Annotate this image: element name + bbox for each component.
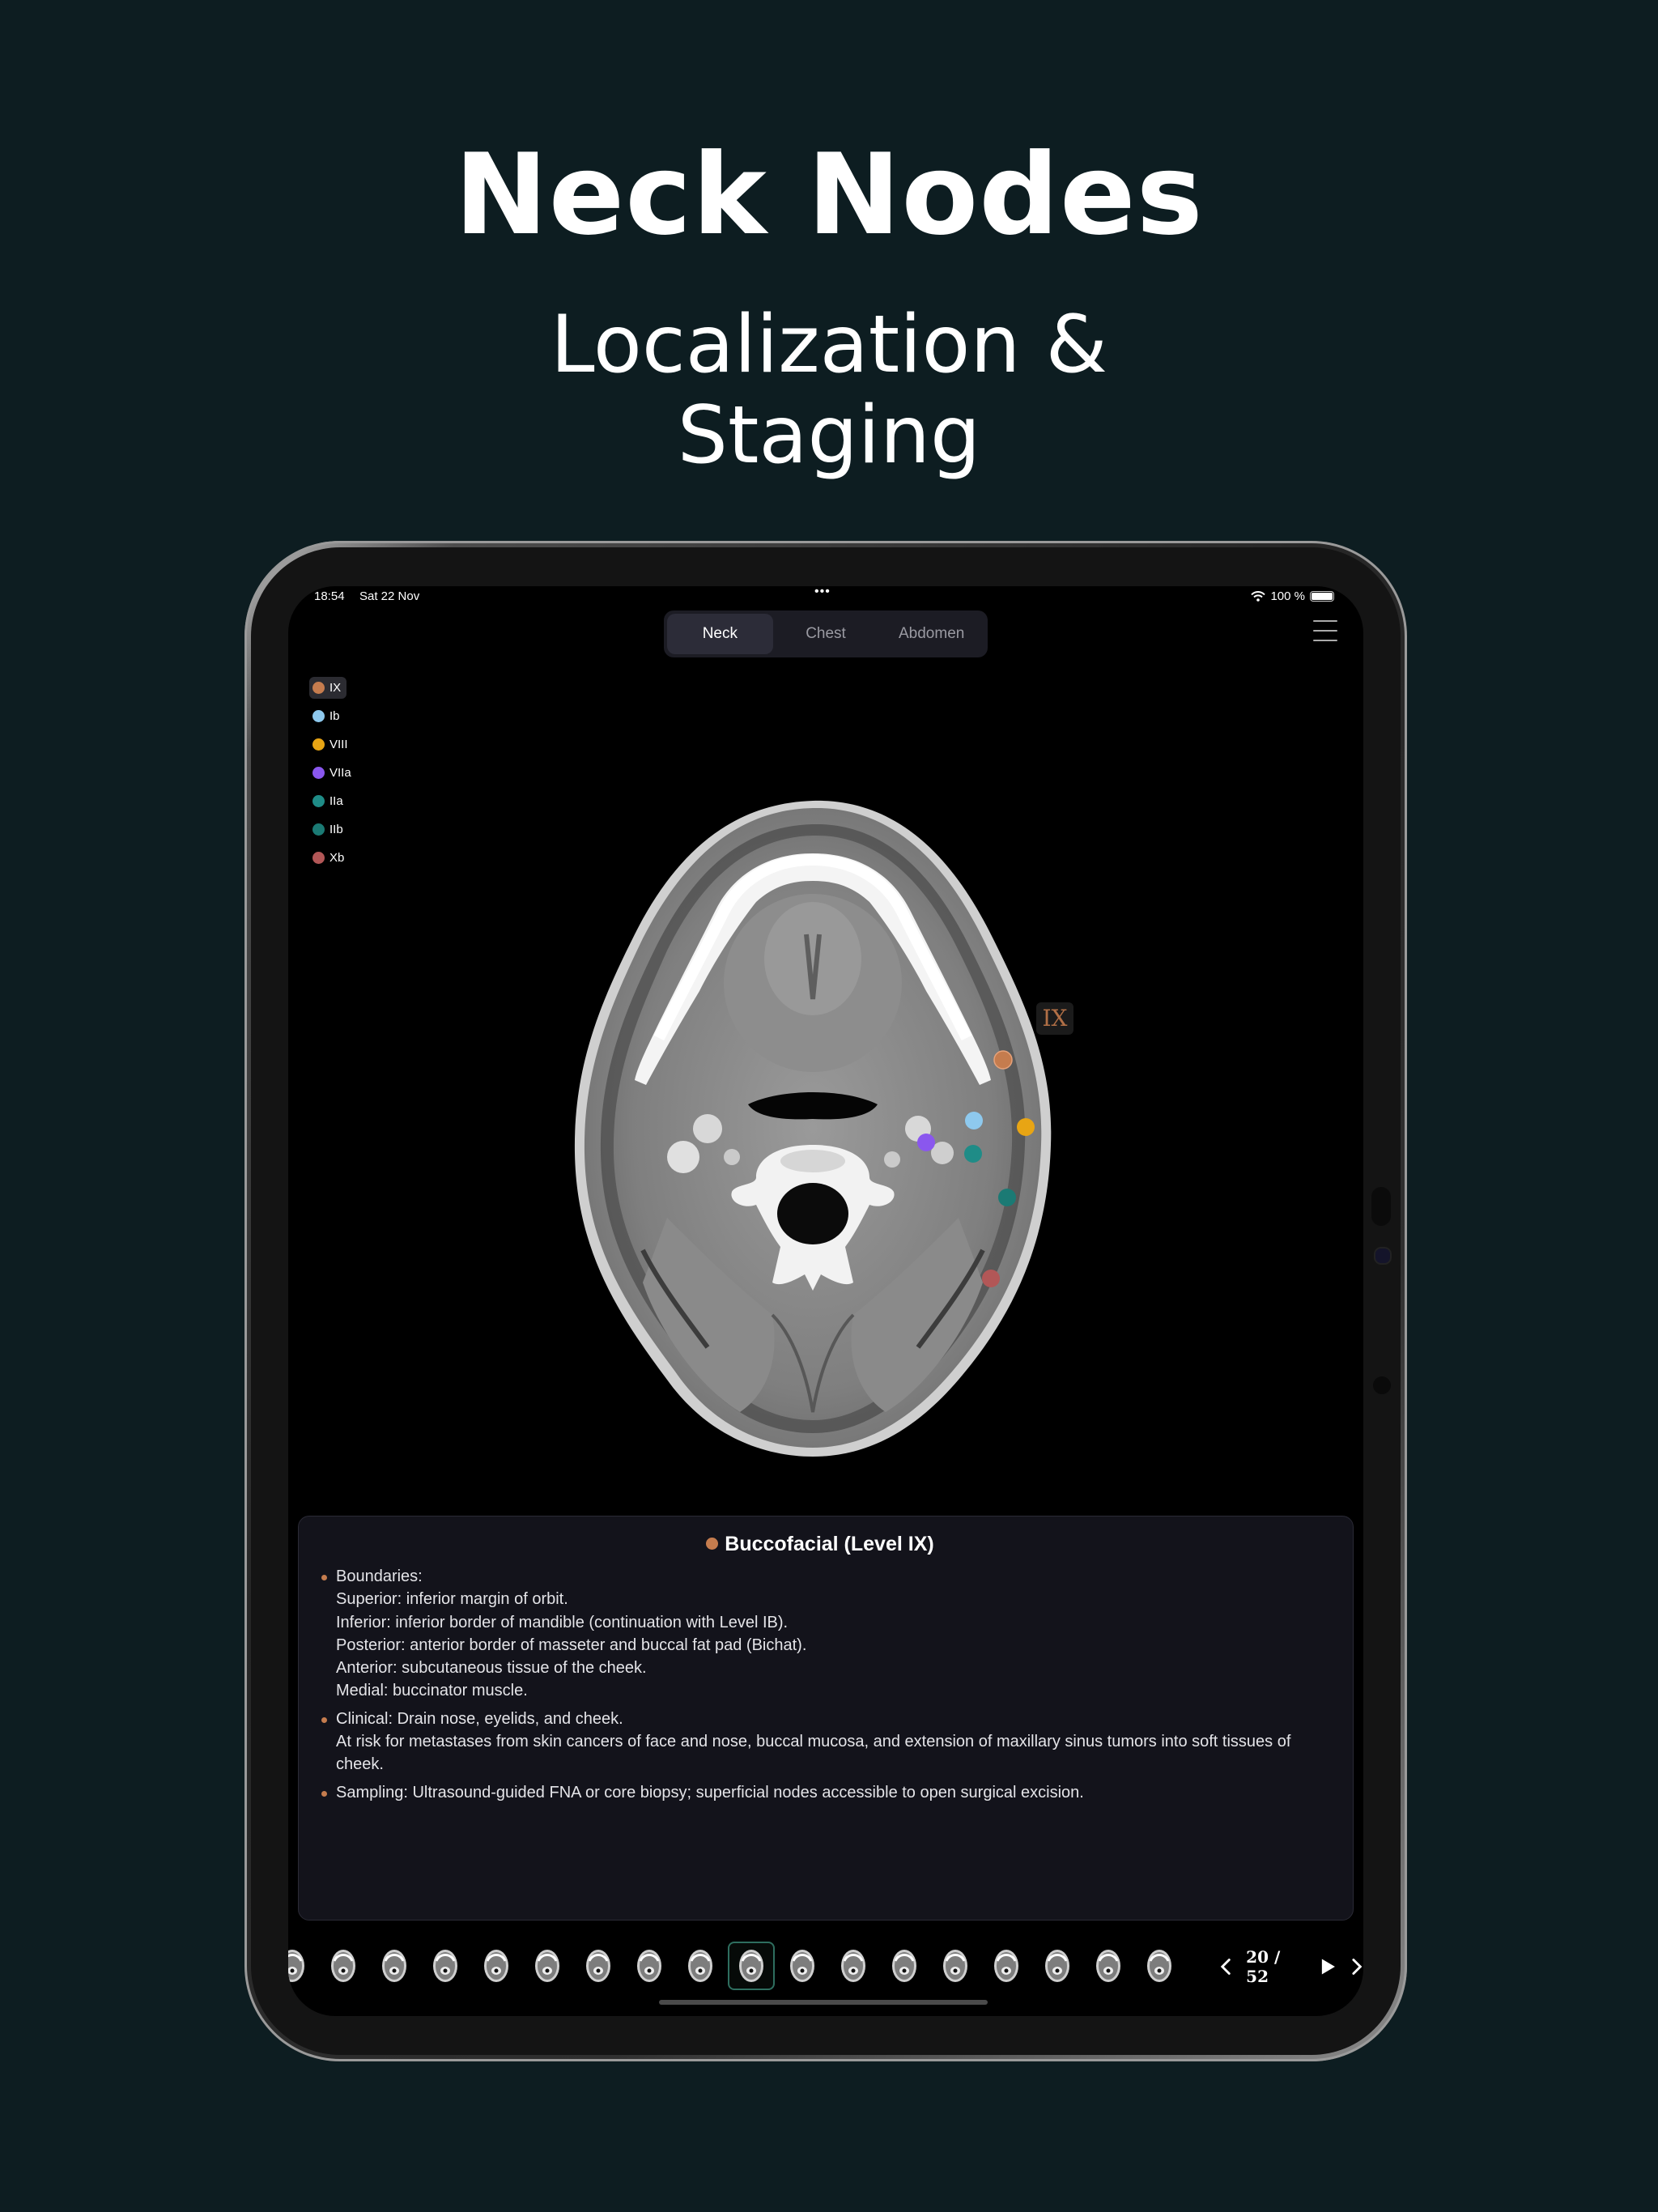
- legend-label: IIa: [329, 794, 343, 808]
- slice-thumbnail[interactable]: [881, 1942, 928, 1990]
- status-bar: 18:54 Sat 22 Nov ••• 100 %: [288, 586, 1363, 614]
- legend-dot: [312, 738, 325, 751]
- bullet-line: Posterior: anterior border of masseter a…: [336, 1636, 807, 1654]
- legend-item-xb[interactable]: Xb: [309, 847, 350, 869]
- legend-dot: [312, 852, 325, 864]
- slice-counter: 20 / 52: [1246, 1947, 1281, 1986]
- region-tabs: Neck Chest Abdomen: [664, 610, 988, 657]
- slice-thumbnail[interactable]: [626, 1942, 673, 1990]
- bullet-line: Clinical: Drain nose, eyelids, and cheek…: [336, 1709, 623, 1728]
- node-marker-ib[interactable]: [965, 1112, 983, 1129]
- node-marker-iib[interactable]: [998, 1189, 1016, 1206]
- bullet-boundaries: Boundaries: Superior: inferior margin of…: [310, 1565, 1330, 1703]
- legend-label: IIb: [329, 823, 343, 836]
- slice-thumbnail[interactable]: [779, 1942, 826, 1990]
- legend-item-viia[interactable]: VIIa: [309, 762, 357, 784]
- slice-thumbnail[interactable]: [677, 1942, 724, 1990]
- wifi-icon: [1251, 591, 1266, 602]
- slice-thumbnail[interactable]: [983, 1942, 1030, 1990]
- sensor-dot: [1373, 1376, 1391, 1394]
- bullet-line: Anterior: subcutaneous tissue of the che…: [336, 1659, 647, 1678]
- slice-thumbnail[interactable]: [422, 1942, 469, 1990]
- bullet-sampling: Sampling: Ultrasound-guided FNA or core …: [310, 1781, 1330, 1804]
- status-right: 100 %: [1251, 589, 1334, 603]
- slice-filmstrip[interactable]: [288, 1937, 1203, 1997]
- ct-scan-image[interactable]: [570, 797, 1056, 1461]
- status-time: 18:54: [314, 589, 345, 603]
- slice-thumbnail[interactable]: [575, 1942, 622, 1990]
- bullet-clinical: Clinical: Drain nose, eyelids, and cheek…: [310, 1708, 1330, 1776]
- scan-node-label: IX: [1036, 1002, 1073, 1035]
- home-indicator[interactable]: [659, 2000, 988, 2005]
- tab-neck[interactable]: Neck: [667, 614, 773, 654]
- subtitle-line-1: Localization &: [550, 299, 1107, 391]
- legend-dot: [312, 823, 325, 836]
- legend-dot: [312, 682, 325, 694]
- page-subtitle: Localization & Staging: [0, 300, 1658, 481]
- chevron-left-icon[interactable]: [1219, 1957, 1231, 1976]
- menu-icon[interactable]: [1313, 620, 1337, 641]
- side-button: [1371, 1187, 1391, 1226]
- bullet-line: Inferior: inferior border of mandible (c…: [336, 1613, 789, 1631]
- slice-thumbnail[interactable]: [1085, 1942, 1132, 1990]
- subtitle-line-2: Staging: [677, 389, 981, 482]
- bullet-line: Superior: inferior margin of orbit.: [336, 1590, 568, 1609]
- legend-label: Xb: [329, 851, 345, 865]
- legend-item-ix[interactable]: IX: [309, 677, 347, 699]
- tab-abdomen[interactable]: Abdomen: [878, 614, 984, 654]
- node-marker-xb[interactable]: [982, 1270, 1000, 1287]
- node-marker-ix[interactable]: [993, 1050, 1013, 1070]
- legend-item-iia[interactable]: IIa: [309, 790, 349, 812]
- slice-thumbnail[interactable]: [371, 1942, 418, 1990]
- bullet-line: Boundaries:: [336, 1568, 423, 1585]
- play-icon[interactable]: [1320, 1957, 1337, 1976]
- node-marker-viia[interactable]: [917, 1134, 935, 1151]
- panel-title-text: Buccofacial (Level IX): [725, 1533, 934, 1555]
- legend-label: VIII: [329, 738, 348, 751]
- legend-label: Ib: [329, 709, 340, 723]
- legend-label: IX: [329, 681, 342, 695]
- legend-label: VIIa: [329, 766, 351, 780]
- legend-item-viii[interactable]: VIII: [309, 734, 354, 755]
- info-panel: Buccofacial (Level IX) Boundaries: Super…: [298, 1516, 1354, 1921]
- slice-thumbnail[interactable]: [473, 1942, 520, 1990]
- node-marker-viii[interactable]: [1017, 1118, 1035, 1136]
- legend-dot: [312, 710, 325, 722]
- legend-item-ib[interactable]: Ib: [309, 705, 346, 727]
- slice-thumbnail[interactable]: [932, 1942, 979, 1990]
- level-color-dot: [706, 1537, 719, 1550]
- slice-thumbnail[interactable]: [1034, 1942, 1081, 1990]
- multitasking-dots-icon[interactable]: •••: [814, 586, 831, 599]
- page-title: Neck Nodes: [454, 130, 1204, 260]
- slice-thumbnail[interactable]: [830, 1942, 877, 1990]
- app-screen: 18:54 Sat 22 Nov ••• 100 % Neck Chest Ab…: [288, 586, 1363, 2016]
- slice-thumbnail[interactable]: [524, 1942, 571, 1990]
- slice-thumbnail[interactable]: [1136, 1942, 1183, 1990]
- slice-thumbnail[interactable]: [288, 1942, 316, 1990]
- slice-thumbnail[interactable]: [320, 1942, 367, 1990]
- slice-pager: 20 / 52: [1219, 1946, 1363, 1987]
- bullet-line: Sampling: Ultrasound-guided FNA or core …: [336, 1783, 1084, 1802]
- bullet-line: At risk for metastases from skin cancers…: [336, 1733, 1291, 1774]
- legend-item-iib[interactable]: IIb: [309, 819, 349, 840]
- node-marker-iia[interactable]: [964, 1145, 982, 1163]
- tab-chest[interactable]: Chest: [773, 614, 879, 654]
- camera-icon: [1374, 1247, 1392, 1265]
- slice-thumbnail-active[interactable]: [728, 1942, 775, 1990]
- panel-title: Buccofacial (Level IX): [310, 1529, 1330, 1559]
- node-legend: IX Ib VIII VIIa IIa IIb Xb: [309, 677, 357, 875]
- chevron-right-icon[interactable]: [1351, 1957, 1363, 1976]
- legend-dot: [312, 767, 325, 779]
- bullet-line: Medial: buccinator muscle.: [336, 1682, 528, 1700]
- battery-icon: [1310, 591, 1334, 602]
- battery-percent: 100 %: [1270, 589, 1305, 603]
- legend-dot: [312, 795, 325, 807]
- status-date: Sat 22 Nov: [359, 589, 420, 603]
